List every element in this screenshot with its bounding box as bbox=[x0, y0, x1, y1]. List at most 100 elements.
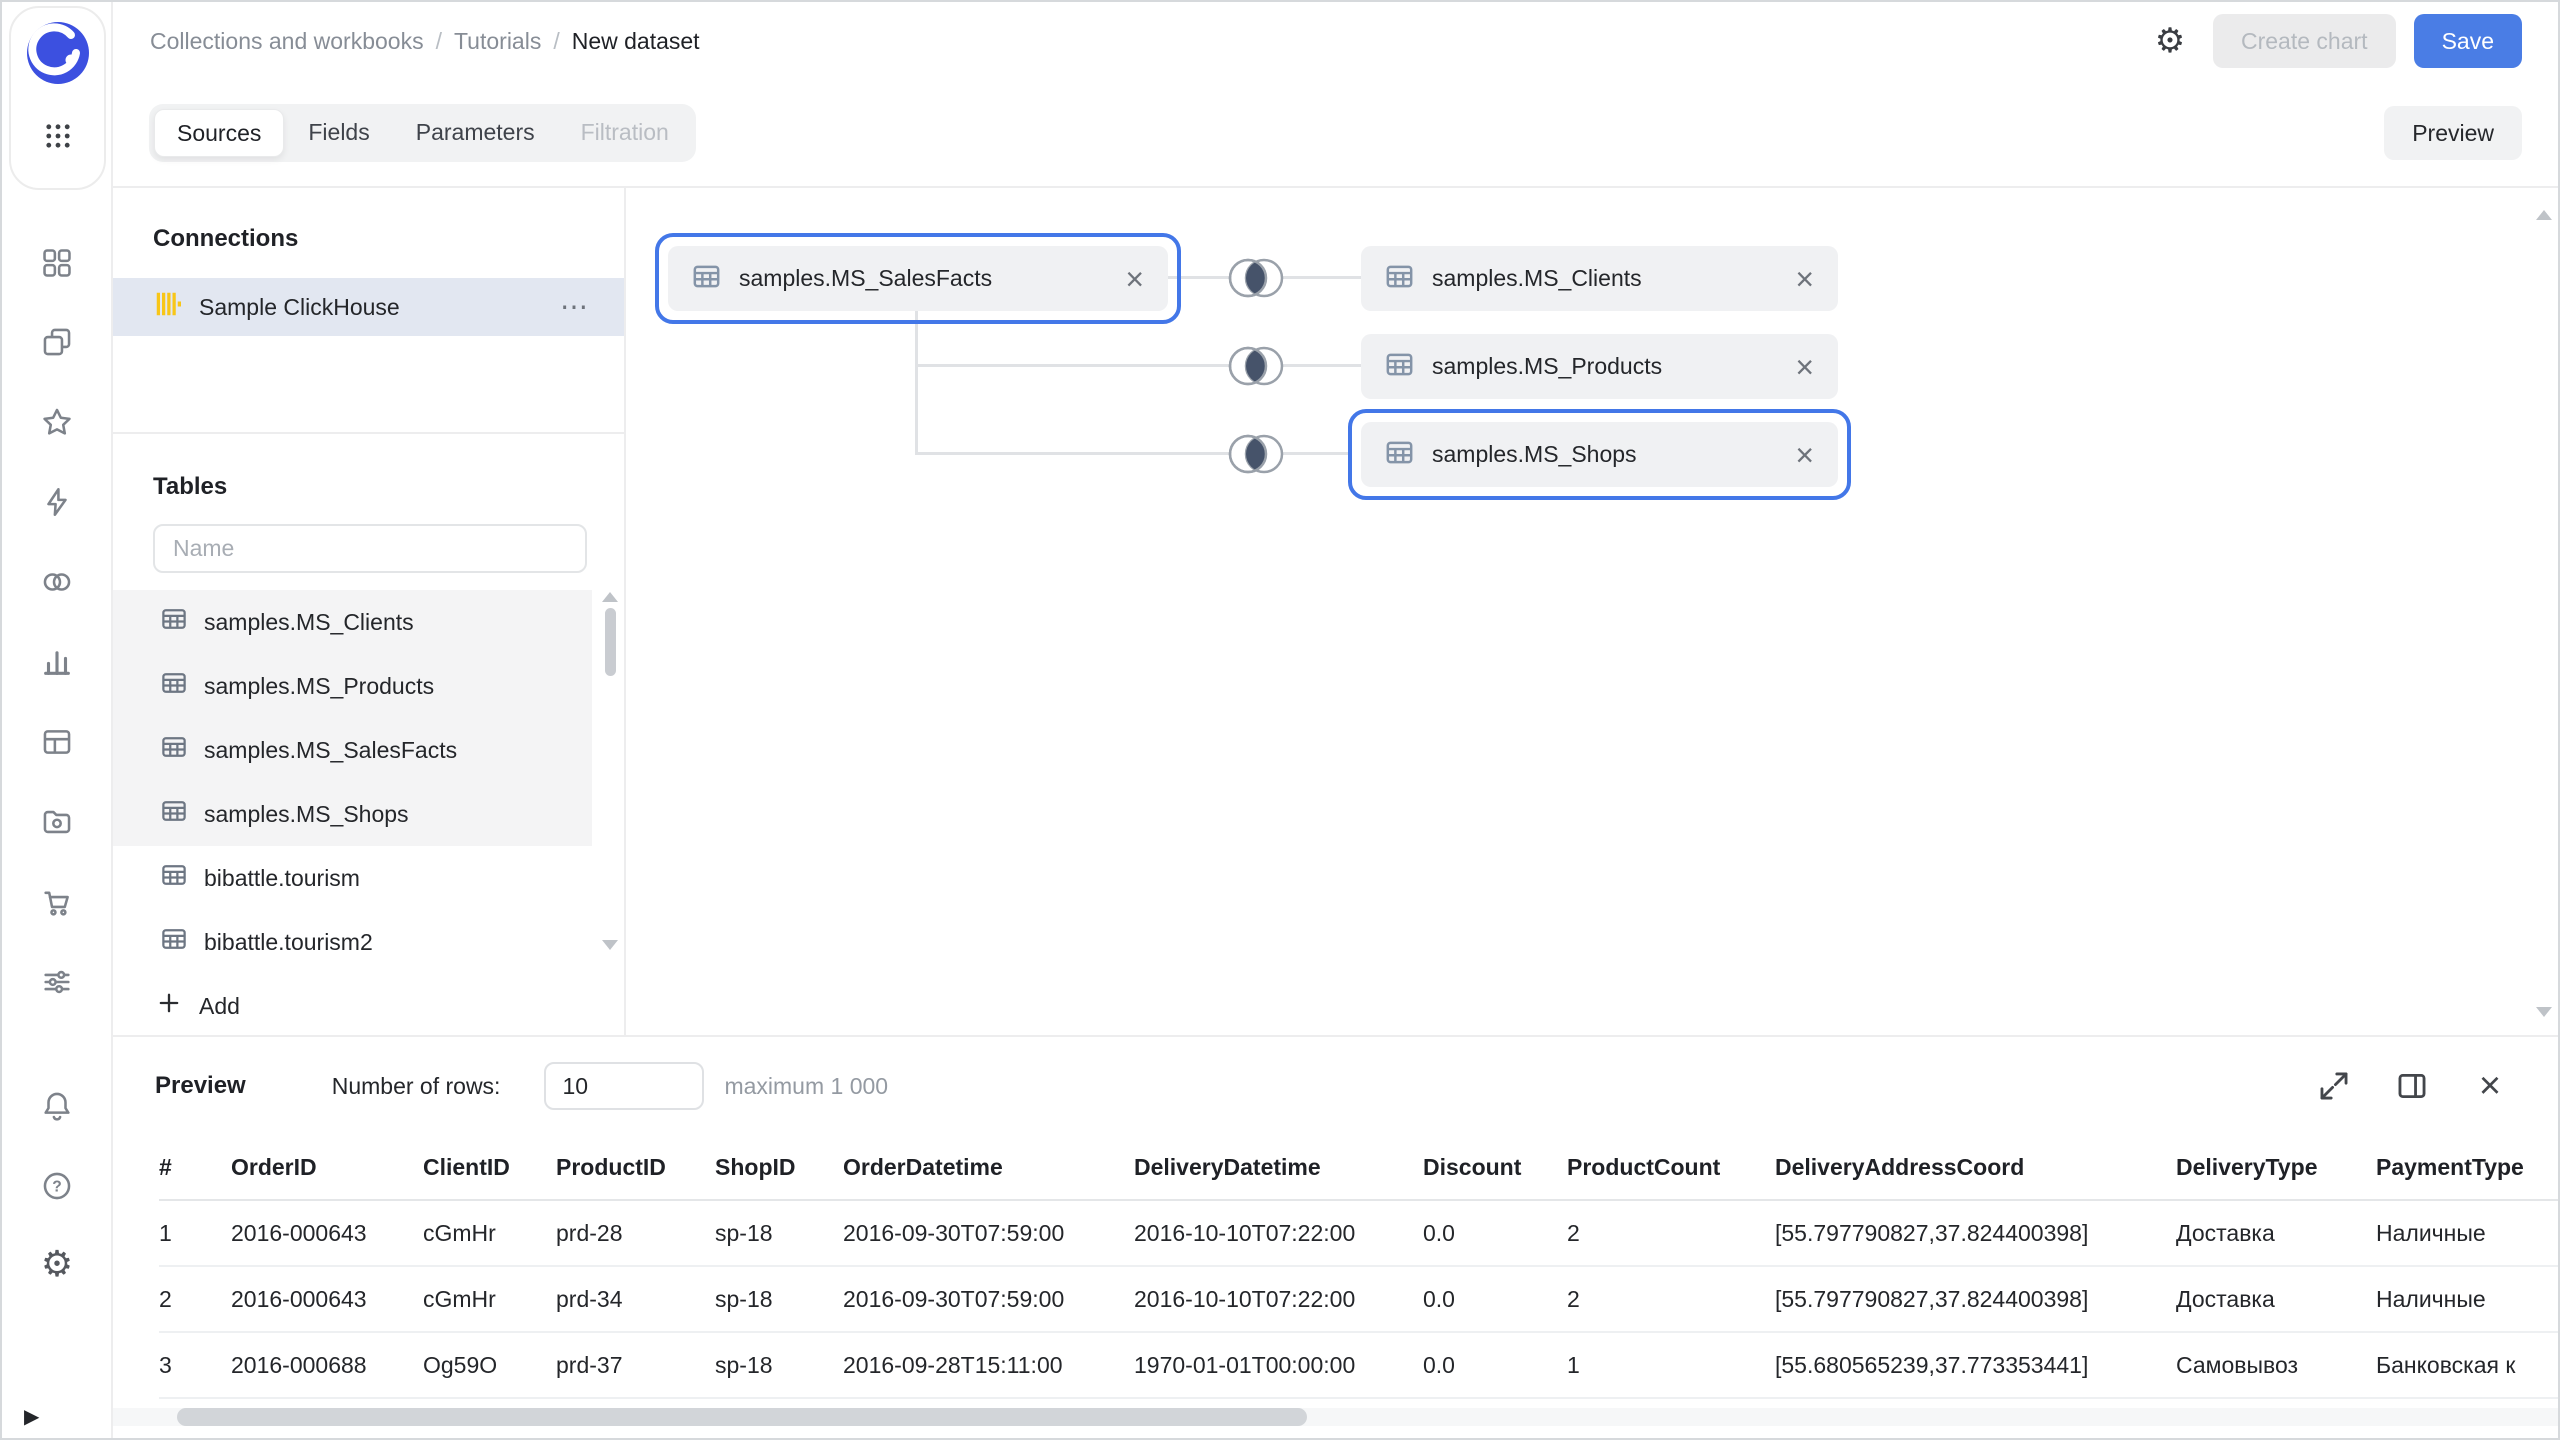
expand-preview-icon[interactable] bbox=[2314, 1066, 2354, 1106]
favorites-star-icon[interactable] bbox=[29, 394, 85, 450]
breadcrumb-tutorials-link[interactable]: Tutorials bbox=[454, 28, 541, 55]
preview-cell: Доставка bbox=[2176, 1200, 2376, 1266]
table-icon bbox=[1383, 436, 1416, 474]
collections-icon[interactable] bbox=[29, 235, 85, 291]
column-header: DeliveryAddressCoord bbox=[1775, 1135, 2176, 1200]
join-type-icon[interactable] bbox=[1223, 344, 1289, 388]
table-icon bbox=[159, 924, 189, 960]
create-chart-button[interactable]: Create chart bbox=[2213, 14, 2396, 68]
node-label: samples.MS_SalesFacts bbox=[739, 265, 992, 292]
settings-gear-icon-rail[interactable]: ⚙ bbox=[29, 1236, 85, 1292]
remove-table-icon[interactable]: × bbox=[1791, 439, 1818, 471]
preview-cell: [55.797790827,37.824400398] bbox=[1775, 1266, 2176, 1332]
connection-name: Sample ClickHouse bbox=[199, 294, 400, 321]
tab-filtration: Filtration bbox=[559, 109, 691, 155]
preview-header-row: # OrderID ClientID ProductID ShopID Orde… bbox=[159, 1135, 2558, 1200]
preview-cell: Банковская к bbox=[2376, 1332, 2558, 1398]
preview-cell: cGmHr bbox=[423, 1200, 556, 1266]
table-list-item[interactable]: samples.MS_Clients bbox=[113, 590, 592, 654]
preview-cell: 2 bbox=[159, 1266, 231, 1332]
preview-scrollbar-thumb[interactable] bbox=[177, 1408, 1307, 1426]
workbooks-icon[interactable] bbox=[29, 314, 85, 370]
connection-menu-icon[interactable]: ⋯ bbox=[560, 293, 590, 321]
preview-cell: 2016-09-30T07:59:00 bbox=[843, 1200, 1134, 1266]
tab-fields[interactable]: Fields bbox=[286, 109, 391, 155]
notifications-bell-icon[interactable] bbox=[29, 1078, 85, 1134]
storage-folder-icon[interactable] bbox=[29, 794, 85, 850]
remove-table-icon[interactable]: × bbox=[1791, 351, 1818, 383]
breadcrumb-separator: / bbox=[436, 28, 442, 55]
preview-horizontal-scrollbar[interactable] bbox=[113, 1408, 2558, 1426]
table-list-item[interactable]: samples.MS_Products bbox=[113, 654, 592, 718]
apps-grid-icon[interactable] bbox=[30, 108, 86, 164]
table-icon bbox=[159, 604, 189, 640]
column-header: DeliveryType bbox=[2176, 1135, 2376, 1200]
preview-cell: Доставка bbox=[2176, 1266, 2376, 1332]
column-header: OrderID bbox=[231, 1135, 423, 1200]
preview-cell: Самовывоз bbox=[2176, 1332, 2376, 1398]
preview-cell: 3 bbox=[159, 1332, 231, 1398]
preview-cell: prd-34 bbox=[556, 1266, 715, 1332]
preview-cell: 0.0 bbox=[1423, 1200, 1567, 1266]
table-icon bbox=[159, 732, 189, 768]
sources-content: Connections Sample ClickHouse ⋯ Tables bbox=[113, 186, 2558, 1035]
table-name: samples.MS_SalesFacts bbox=[204, 737, 457, 764]
preview-cell: 2016-000688 bbox=[231, 1332, 423, 1398]
preview-cell: Og59O bbox=[423, 1332, 556, 1398]
breadcrumb-collections-link[interactable]: Collections and workbooks bbox=[150, 28, 424, 55]
rows-count-input[interactable] bbox=[544, 1062, 704, 1110]
services-sliders-icon[interactable] bbox=[29, 954, 85, 1010]
preview-toggle-button[interactable]: Preview bbox=[2384, 106, 2522, 160]
preview-cell: 1 bbox=[159, 1200, 231, 1266]
join-type-icon[interactable] bbox=[1223, 432, 1289, 476]
add-table-button[interactable]: Add bbox=[113, 974, 624, 1035]
canvas-scroll-down-icon[interactable] bbox=[2536, 1007, 2552, 1017]
preview-cell: prd-28 bbox=[556, 1200, 715, 1266]
dataset-settings-gear-icon[interactable]: ⚙ bbox=[2145, 16, 2195, 66]
dataset-node-clients[interactable]: samples.MS_Clients × bbox=[1361, 246, 1838, 311]
dataset-node-products[interactable]: samples.MS_Products × bbox=[1361, 334, 1838, 399]
dock-preview-icon[interactable] bbox=[2392, 1066, 2432, 1106]
datasets-circles-icon[interactable] bbox=[29, 554, 85, 610]
table-search-input[interactable] bbox=[153, 524, 587, 573]
remove-table-icon[interactable]: × bbox=[1791, 263, 1818, 295]
table-list-item[interactable]: bibattle.tourism2 bbox=[113, 910, 592, 974]
datalens-logo-icon[interactable] bbox=[25, 20, 91, 86]
join-line bbox=[915, 311, 918, 454]
join-type-icon[interactable] bbox=[1223, 256, 1289, 300]
close-preview-icon[interactable]: × bbox=[2470, 1066, 2510, 1106]
preview-row: 1 2016-000643 cGmHr prd-28 sp-18 2016-09… bbox=[159, 1200, 2558, 1266]
table-icon bbox=[690, 260, 723, 298]
list-scroll-down-icon[interactable] bbox=[602, 940, 618, 950]
list-scroll-up-icon[interactable] bbox=[602, 592, 618, 602]
remove-table-icon[interactable]: × bbox=[1121, 263, 1148, 295]
collapse-sidebar-icon[interactable]: ▶ bbox=[18, 1400, 62, 1432]
preview-cell: 2 bbox=[1567, 1200, 1775, 1266]
tables-heading: Tables bbox=[113, 473, 624, 501]
column-header: PaymentType bbox=[2376, 1135, 2558, 1200]
preview-cell: Наличные bbox=[2376, 1266, 2558, 1332]
table-list-item[interactable]: samples.MS_Shops bbox=[113, 782, 592, 846]
dashboards-table-icon[interactable] bbox=[29, 714, 85, 770]
column-header: ProductCount bbox=[1567, 1135, 1775, 1200]
connection-item-sample-clickhouse[interactable]: Sample ClickHouse ⋯ bbox=[113, 278, 624, 336]
dataset-node-salesfacts[interactable]: samples.MS_SalesFacts × bbox=[668, 246, 1168, 311]
save-button[interactable]: Save bbox=[2414, 14, 2522, 68]
canvas-scroll-up-icon[interactable] bbox=[2536, 210, 2552, 220]
dataset-node-shops[interactable]: samples.MS_Shops × bbox=[1361, 422, 1838, 487]
list-scrollbar-thumb[interactable] bbox=[605, 608, 616, 676]
main-area: Collections and workbooks / Tutorials / … bbox=[113, 2, 2558, 1438]
breadcrumb-current-page: New dataset bbox=[572, 28, 700, 55]
connections-lightning-icon[interactable] bbox=[29, 474, 85, 530]
preview-cell: [55.680565239,37.773353441] bbox=[1775, 1332, 2176, 1398]
table-list-item[interactable]: bibattle.tourism bbox=[113, 846, 592, 910]
left-rail: ? ⚙ ▶ bbox=[2, 2, 113, 1438]
column-header: ProductID bbox=[556, 1135, 715, 1200]
charts-bars-icon[interactable] bbox=[29, 634, 85, 690]
preview-cell: 2016-000643 bbox=[231, 1200, 423, 1266]
tab-parameters[interactable]: Parameters bbox=[394, 109, 557, 155]
help-question-icon[interactable]: ? bbox=[29, 1158, 85, 1214]
table-list-item[interactable]: samples.MS_SalesFacts bbox=[113, 718, 592, 782]
tab-sources[interactable]: Sources bbox=[154, 109, 284, 157]
marketplace-cart-icon[interactable] bbox=[29, 874, 85, 930]
